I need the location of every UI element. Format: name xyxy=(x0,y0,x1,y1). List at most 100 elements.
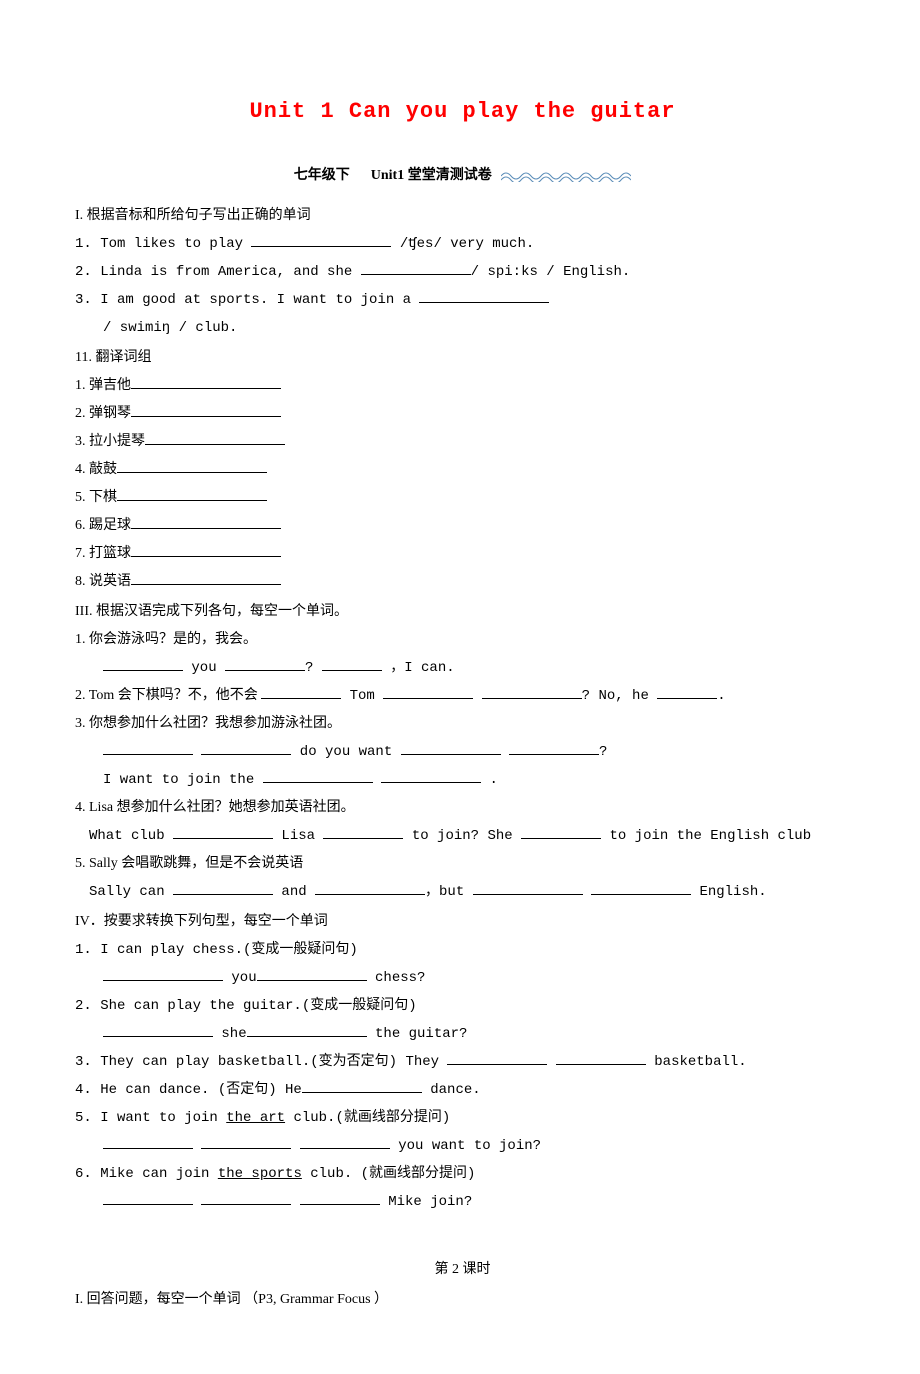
blank[interactable] xyxy=(263,769,373,783)
s3-q4-c: to join? She xyxy=(403,828,521,844)
page-title: Unit 1 Can you play the guitar xyxy=(75,90,850,134)
s2-i3-text: 3. 拉小提琴 xyxy=(75,434,145,449)
s3-q1-f1: you xyxy=(183,660,225,676)
blank[interactable] xyxy=(103,741,193,755)
blank[interactable] xyxy=(103,1135,193,1149)
blank[interactable] xyxy=(131,515,281,529)
s3-q5-line2: Sally can and ，but English. xyxy=(75,878,850,906)
s2-i2-text: 2. 弹钢琴 xyxy=(75,406,131,421)
blank[interactable] xyxy=(322,657,382,671)
s4-q3: 3. They can play basketball.(变为否定句) They… xyxy=(75,1048,850,1076)
blank[interactable] xyxy=(591,881,691,895)
blank[interactable] xyxy=(473,881,583,895)
wave-underline-icon xyxy=(501,170,631,182)
section3-header: III. 根据汉语完成下列各句，每空一个单词。 xyxy=(75,598,850,626)
s4-q6-line2: Mike join? xyxy=(75,1188,850,1216)
blank[interactable] xyxy=(173,825,273,839)
s3-q1-f3: ，I can. xyxy=(382,660,455,676)
blank[interactable] xyxy=(117,459,267,473)
s4-q3-c: basketball. xyxy=(646,1054,747,1070)
blank[interactable] xyxy=(381,769,481,783)
section5-header: I. 回答问题，每空一个单词 （P3, Grammar Focus ） xyxy=(75,1286,850,1314)
blank[interactable] xyxy=(201,741,291,755)
blank[interactable] xyxy=(509,741,599,755)
s3-q2-d: ? No, he xyxy=(582,688,658,704)
s3-q5-a: Sally can xyxy=(89,884,173,900)
blank[interactable] xyxy=(247,1023,367,1037)
s1-q1: 1. Tom likes to play /ʧes/ very much. xyxy=(75,230,850,258)
blank[interactable] xyxy=(323,825,403,839)
blank[interactable] xyxy=(447,1051,547,1065)
blank[interactable] xyxy=(173,881,273,895)
s1-q1-b: /ʧes/ very much. xyxy=(391,236,534,252)
blank[interactable] xyxy=(482,685,582,699)
s2-i7: 7. 打篮球 xyxy=(75,540,850,568)
s3-q2-c xyxy=(473,688,481,704)
s3-q4-d: to join the English club xyxy=(601,828,811,844)
blank[interactable] xyxy=(225,657,305,671)
blank[interactable] xyxy=(251,233,391,247)
blank[interactable] xyxy=(361,261,471,275)
blank[interactable] xyxy=(103,1023,213,1037)
s3-q2-a: 2. Tom 会下棋吗？不，他不会 xyxy=(75,688,261,703)
blank[interactable] xyxy=(401,741,501,755)
blank[interactable] xyxy=(257,967,367,981)
s3-q3-l2a: I want to join the xyxy=(103,772,263,788)
blank[interactable] xyxy=(103,657,183,671)
blank[interactable] xyxy=(556,1051,646,1065)
s3-q5: 5. Sally 会唱歌跳舞，但是不会说英语 xyxy=(75,850,850,878)
blank[interactable] xyxy=(201,1135,291,1149)
section1-header: I. 根据音标和所给句子写出正确的单词 xyxy=(75,202,850,230)
s1-q1-a: 1. Tom likes to play xyxy=(75,236,251,252)
s3-q3: 3. 你想参加什么社团？我想参加游泳社团。 xyxy=(75,710,850,738)
blank[interactable] xyxy=(300,1135,390,1149)
s3-q4-a: What club xyxy=(89,828,173,844)
s3-q1-line2: you ? ，I can. xyxy=(75,654,850,682)
s2-i8: 8. 说英语 xyxy=(75,568,850,596)
s3-q1-f2: ? xyxy=(305,660,322,676)
s3-q4-text: 4. Lisa 想参加什么社团？她想参加英语社团。 xyxy=(75,800,355,815)
s3-q4-line2: What club Lisa to join? She to join the … xyxy=(75,822,850,850)
blank[interactable] xyxy=(131,571,281,585)
s4-q5-u: the art xyxy=(226,1110,285,1126)
s3-q3-mid: do you want xyxy=(291,744,400,760)
s2-i5-text: 5. 下棋 xyxy=(75,490,117,505)
s2-i5: 5. 下棋 xyxy=(75,484,850,512)
s3-q2-b: Tom xyxy=(341,688,383,704)
s4-q2-a: she xyxy=(213,1026,247,1042)
s3-q5-d xyxy=(583,884,591,900)
blank[interactable] xyxy=(131,403,281,417)
blank[interactable] xyxy=(315,881,425,895)
blank[interactable] xyxy=(145,431,285,445)
blank[interactable] xyxy=(117,487,267,501)
blank[interactable] xyxy=(131,543,281,557)
s4-q2-text: 2. She can play the guitar.(变成一般疑问句) xyxy=(75,998,417,1014)
subtitle-row: 七年级下 Unit1 堂堂清测试卷 xyxy=(75,162,850,190)
s4-q3-b xyxy=(547,1054,555,1070)
blank[interactable] xyxy=(300,1191,380,1205)
section2-header: 11. 翻译词组 xyxy=(75,344,850,372)
s3-q4-b: Lisa xyxy=(273,828,323,844)
s2-i7-text: 7. 打篮球 xyxy=(75,546,131,561)
s3-q3-line3: I want to join the . xyxy=(75,766,850,794)
blank[interactable] xyxy=(383,685,473,699)
blank[interactable] xyxy=(131,375,281,389)
s2-i8-text: 8. 说英语 xyxy=(75,574,131,589)
blank[interactable] xyxy=(419,289,549,303)
blank[interactable] xyxy=(103,1191,193,1205)
blank[interactable] xyxy=(657,685,717,699)
s1-q2-a: 2. Linda is from America, and she xyxy=(75,264,361,280)
blank[interactable] xyxy=(103,967,223,981)
blank[interactable] xyxy=(201,1191,291,1205)
blank[interactable] xyxy=(261,685,341,699)
lesson2-heading: 第 2 课时 xyxy=(75,1256,850,1284)
s4-q6-a: 6. Mike can join xyxy=(75,1166,218,1182)
s4-q5: 5. I want to join the art club.(就画线部分提问) xyxy=(75,1104,850,1132)
blank[interactable] xyxy=(302,1079,422,1093)
s4-q1-text: 1. I can play chess.(变成一般疑问句) xyxy=(75,942,358,958)
s1-q3-line2: / swimiŋ / club. xyxy=(75,314,850,342)
blank[interactable] xyxy=(521,825,601,839)
s2-i3: 3. 拉小提琴 xyxy=(75,428,850,456)
s2-i6-text: 6. 踢足球 xyxy=(75,518,131,533)
s3-q5-c: ，but xyxy=(425,884,473,900)
